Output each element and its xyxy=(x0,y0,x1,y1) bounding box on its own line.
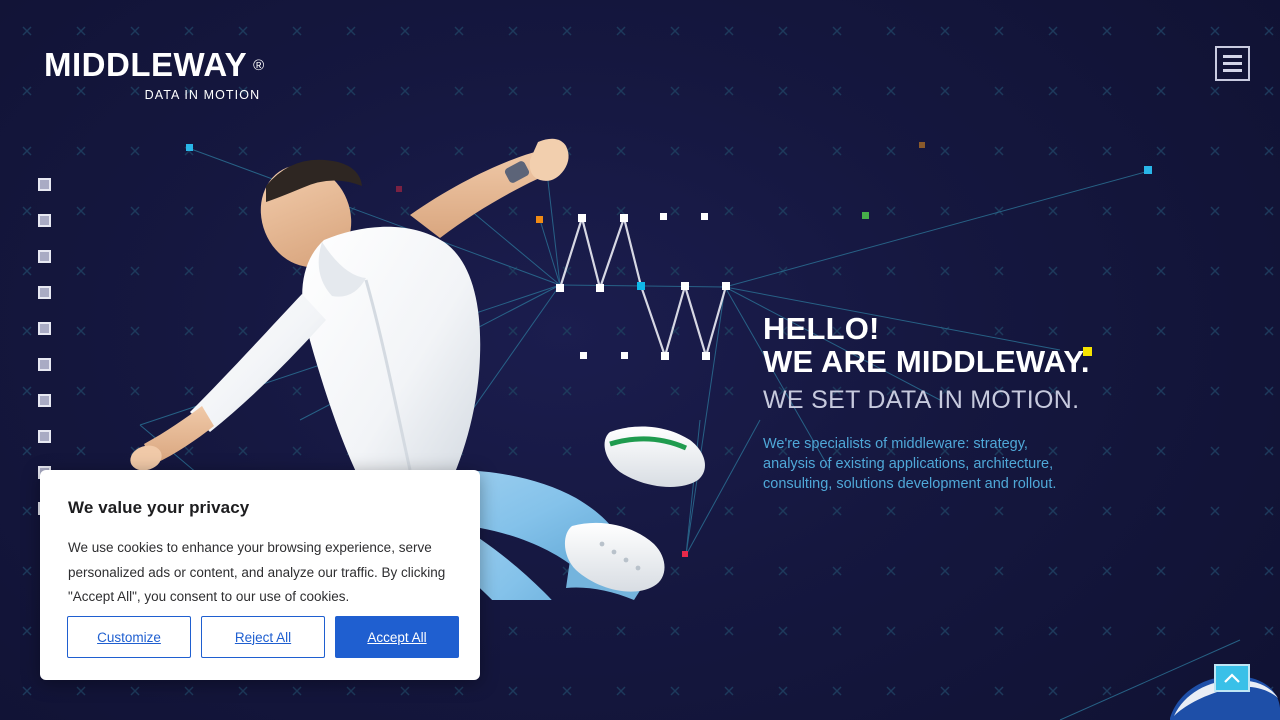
sidebar-dot-2[interactable] xyxy=(38,214,51,227)
accent-dot xyxy=(396,186,402,192)
page-root: MIDDLEWAY ® DATA IN MOTION HELLO! WE ARE … xyxy=(0,0,1280,720)
logo[interactable]: MIDDLEWAY ® DATA IN MOTION xyxy=(44,48,264,102)
sidebar-dot-7[interactable] xyxy=(38,394,51,407)
customize-button[interactable]: Customize xyxy=(67,616,191,658)
accept-all-button[interactable]: Accept All xyxy=(335,616,459,658)
hero-content: HELLO! WE ARE MIDDLEWAY. WE SET DATA IN … xyxy=(763,312,1263,494)
accent-dot xyxy=(186,144,193,151)
sidebar-dot-1[interactable] xyxy=(38,178,51,191)
hamburger-menu-icon[interactable] xyxy=(1215,46,1250,81)
decor-node xyxy=(621,352,628,359)
cookie-dialog-body: We use cookies to enhance your browsing … xyxy=(68,540,446,604)
cookie-dialog-title: We value your privacy xyxy=(68,498,250,517)
hero-paragraph-line-3: consulting, solutions development and ro… xyxy=(763,476,1057,493)
site-header: MIDDLEWAY ® DATA IN MOTION xyxy=(0,0,1280,118)
hero-heading-line-2-text: WE ARE MIDDLEWAY. xyxy=(763,344,1090,380)
hero-paragraph-line-2: analysis of existing applications, archi… xyxy=(763,456,1054,473)
sidebar-dot-4[interactable] xyxy=(38,286,51,299)
sidebar-dot-8[interactable] xyxy=(38,430,51,443)
accent-dot xyxy=(682,551,688,557)
menu-bar xyxy=(1223,69,1242,72)
logo-wordmark: MIDDLEWAY xyxy=(44,46,248,83)
registered-trademark-icon: ® xyxy=(253,56,265,74)
sidebar-dot-3[interactable] xyxy=(38,250,51,263)
decor-node xyxy=(660,213,667,220)
cookie-dialog-actions: Customize Reject All Accept All xyxy=(67,616,459,658)
chevron-up-icon xyxy=(1224,672,1240,683)
accent-dot xyxy=(862,212,869,219)
hero-paragraph-line-1: We're specialists of middleware: strateg… xyxy=(763,436,1028,453)
hero-subtitle: WE SET DATA IN MOTION. xyxy=(763,385,1080,414)
hero-paragraph: We're specialists of middleware: strateg… xyxy=(763,434,1063,494)
sidebar-dot-6[interactable] xyxy=(38,358,51,371)
hero-heading-line-2: WE ARE MIDDLEWAY. xyxy=(763,344,1092,380)
accent-dot xyxy=(536,216,543,223)
accent-dot xyxy=(919,142,925,148)
hero-heading-line-1: HELLO! xyxy=(763,311,880,346)
decor-node xyxy=(701,213,708,220)
reject-all-button[interactable]: Reject All xyxy=(201,616,325,658)
menu-bar xyxy=(1223,55,1242,58)
accent-dot xyxy=(1144,166,1152,174)
sidebar-dot-5[interactable] xyxy=(38,322,51,335)
yellow-accent-square-icon xyxy=(1082,347,1092,357)
scroll-to-top-button[interactable] xyxy=(1214,664,1250,692)
menu-bar xyxy=(1223,62,1242,65)
section-dot-nav xyxy=(38,178,51,515)
logo-tagline: DATA IN MOTION xyxy=(144,88,261,102)
decor-node xyxy=(580,352,587,359)
